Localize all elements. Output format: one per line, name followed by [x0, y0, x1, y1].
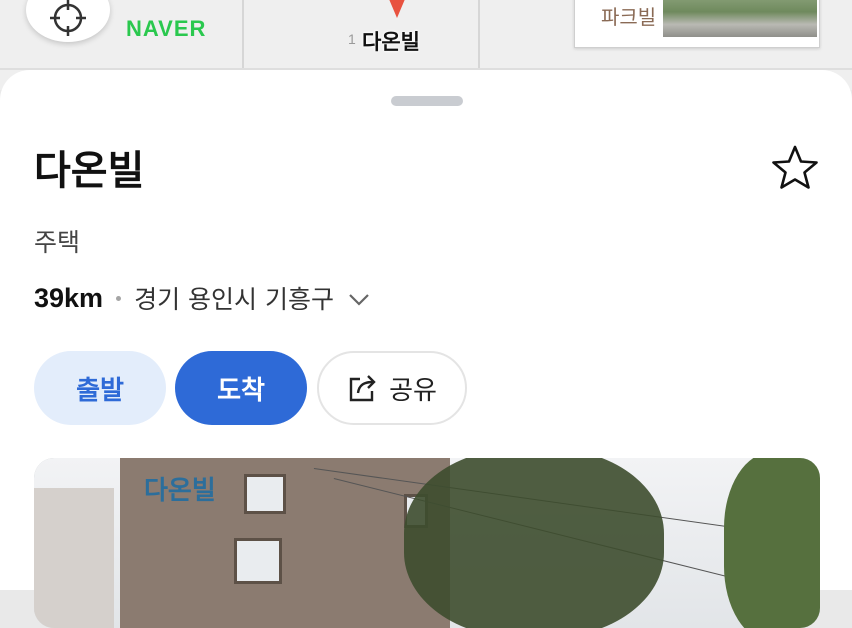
depart-button-label: 출발: [76, 375, 124, 406]
separator-dot: [116, 295, 122, 301]
nearby-place-label: 파크빌: [601, 5, 657, 29]
distance-address-row[interactable]: 39km 경기 용인시 기흥구: [34, 278, 370, 318]
photo-window: [244, 474, 286, 514]
address-text: 경기 용인시 기흥구: [134, 285, 334, 314]
map-label-number: 1: [348, 31, 356, 47]
share-button[interactable]: 공유: [317, 351, 467, 425]
place-category: 주택: [34, 228, 81, 257]
nearby-place-thumbnail: [663, 0, 817, 37]
place-title: 다온빌: [34, 148, 145, 194]
chevron-down-icon[interactable]: [348, 293, 370, 307]
nearby-place-card[interactable]: 파크빌: [574, 0, 820, 48]
naver-logo: NAVER: [126, 16, 207, 41]
arrive-button[interactable]: 도착: [175, 351, 307, 425]
photo-window: [234, 538, 282, 584]
depart-button[interactable]: 출발: [34, 351, 166, 425]
crosshair-icon: [50, 0, 86, 36]
photo-neighbor-building: [34, 488, 114, 628]
place-photo[interactable]: 다온빌: [34, 458, 820, 628]
share-icon: [349, 375, 376, 402]
share-button-label: 공유: [389, 375, 437, 406]
photo-building-sign: 다온빌: [144, 476, 216, 506]
photo-tree: [404, 458, 664, 628]
map-pin-icon[interactable]: [384, 0, 410, 20]
arrive-button-label: 도착: [217, 375, 265, 406]
photo-tree: [724, 458, 820, 628]
current-location-button[interactable]: [26, 0, 110, 42]
sheet-drag-handle[interactable]: [391, 96, 463, 106]
map-pin-label[interactable]: 다온빌: [362, 26, 420, 56]
distance-value: 39km: [34, 282, 104, 313]
place-detail-sheet: 다온빌 주택 39km 경기 용인시 기흥구 출발 도착 공유 다온빌: [0, 70, 852, 628]
star-outline-icon[interactable]: [768, 142, 822, 194]
